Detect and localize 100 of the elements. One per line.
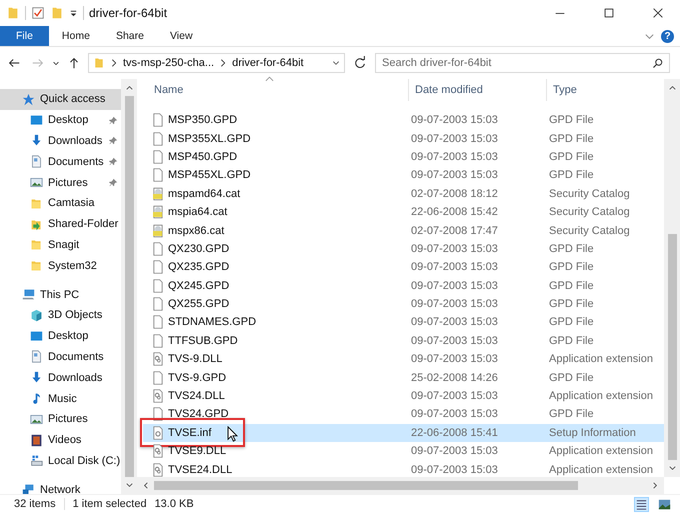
file-row[interactable]: QX255.GPD 09-07-2003 15:03 GPD File	[143, 294, 664, 314]
chevron-icon[interactable]	[219, 58, 228, 68]
date-cell-text: 09-07-2003 15:03	[410, 334, 499, 347]
sort-caret-icon	[265, 76, 274, 82]
nav-item[interactable]: Local Disk (C:)	[0, 450, 121, 472]
date-cell-text: 09-07-2003 15:03	[410, 464, 499, 476]
file-name: mspamd64.cat	[168, 188, 240, 200]
download-arrow-icon	[30, 371, 43, 384]
cube-icon	[30, 308, 43, 322]
properties-icon[interactable]	[31, 6, 45, 20]
file-list-scrollbar[interactable]	[664, 79, 680, 477]
file-row[interactable]: TVS-9.DLL 09-07-2003 15:03 Application extension	[143, 350, 664, 368]
file-name: TVS24.DLL	[168, 390, 225, 402]
file-row[interactable]: mspamd64.cat 02-07-2008 18:12 Security Catalog	[143, 184, 664, 203]
details-view-icon[interactable]	[634, 496, 649, 512]
star-icon	[22, 92, 35, 106]
ribbon-tab[interactable]: View	[156, 26, 206, 46]
file-row[interactable]: TTFSUB.GPD 09-07-2003 15:03 GPD File	[143, 332, 664, 350]
ribbon-tab[interactable]: File	[0, 26, 49, 46]
type-cell-text: GPD File	[548, 408, 595, 420]
scroll-up-icon[interactable]	[124, 83, 134, 92]
ribbon-tab[interactable]: Share	[102, 26, 157, 46]
nav-item[interactable]: Videos	[0, 430, 121, 451]
nav-item[interactable]: Music	[0, 388, 121, 409]
file-icon	[153, 334, 163, 348]
type-cell-text: Setup Information	[548, 426, 637, 439]
nav-item[interactable]: Downloads	[0, 367, 121, 388]
nav-item[interactable]: Pictures	[0, 172, 121, 193]
help-button[interactable]: ?	[661, 30, 674, 42]
chevron-icon[interactable]	[110, 58, 118, 68]
dropdown-icon[interactable]	[69, 8, 78, 18]
certificate-file-icon	[153, 205, 163, 220]
date-cell-text: 09-07-2003 15:03	[410, 316, 499, 328]
document-icon	[30, 350, 43, 364]
breadcrumb[interactable]: tvs-msp-250-cha...	[123, 57, 214, 69]
file-row[interactable]: QX230.GPD 09-07-2003 15:03 GPD File	[143, 240, 664, 258]
refresh-icon[interactable]	[353, 56, 367, 70]
file-icon	[153, 297, 163, 312]
file-row[interactable]: TVSE9.DLL 09-07-2003 15:03 Application extension	[143, 442, 664, 460]
file-row[interactable]: QX245.GPD 09-07-2003 15:03 GPD File	[143, 276, 664, 295]
nav-item[interactable]: Downloads	[0, 130, 121, 152]
scroll-down-icon[interactable]	[124, 481, 134, 490]
file-icon	[153, 370, 163, 385]
search-icon	[652, 57, 664, 69]
download-arrow-icon	[30, 134, 43, 148]
picture-icon	[30, 176, 43, 190]
certificate-file-icon	[153, 224, 163, 238]
column-header[interactable]: Date modified	[409, 79, 547, 101]
file-icon	[153, 168, 163, 182]
nav-item[interactable]: Desktop	[0, 326, 121, 347]
up-arrow-icon[interactable]	[67, 56, 81, 70]
file-row[interactable]: MSP350.GPD 09-07-2003 15:03 GPD File	[143, 111, 664, 130]
nav-item[interactable]: Snagit	[0, 234, 121, 256]
file-row[interactable]: TVSE24.DLL 09-07-2003 15:03 Application extension	[143, 460, 664, 477]
nav-item[interactable]: Pictures	[0, 408, 121, 430]
file-row[interactable]: QX235.GPD 09-07-2003 15:03 GPD File	[143, 258, 664, 277]
nav-item[interactable]: Documents	[0, 151, 121, 172]
nav-item[interactable]: Camtasia	[0, 192, 121, 214]
scroll-left-icon[interactable]	[141, 481, 150, 490]
file-row[interactable]: STDNAMES.GPD 09-07-2003 15:03 GPD File	[143, 313, 664, 332]
nav-item[interactable]: This PC	[0, 284, 121, 305]
file-row[interactable]: TVSE.inf 22-06-2008 15:41 Setup Information	[143, 424, 664, 442]
scroll-down-icon[interactable]	[668, 464, 676, 473]
file-row[interactable]: TVS24.DLL 09-07-2003 15:03 Application extension	[143, 386, 664, 406]
nav-item[interactable]: Network	[0, 479, 121, 494]
ribbon-tab[interactable]: Home	[48, 26, 103, 46]
file-row[interactable]: MSP355XL.GPD 09-07-2003 15:03 GPD File	[143, 129, 664, 148]
back-arrow-icon[interactable]	[7, 56, 21, 70]
file-name: MSP355XL.GPD	[168, 132, 251, 145]
type-cell-text: GPD File	[548, 114, 595, 126]
type-cell-text: GPD File	[548, 242, 595, 255]
nav-item[interactable]: 3D Objects	[0, 304, 121, 326]
scroll-right-icon[interactable]	[651, 481, 660, 490]
nav-item[interactable]: System32	[0, 255, 121, 276]
column-header[interactable]: Name	[137, 79, 409, 101]
file-row[interactable]: TVS-9.GPD 25-02-2008 14:26 GPD File	[143, 368, 664, 387]
file-row[interactable]: MSP450.GPD 09-07-2003 15:03 GPD File	[143, 148, 664, 166]
nav-item[interactable]: Documents	[0, 346, 121, 368]
type-cell-text: GPD File	[548, 334, 595, 347]
breadcrumb[interactable]: driver-for-64bit	[232, 57, 304, 69]
nav-item[interactable]: Shared-Folder	[0, 214, 121, 235]
horizontal-scrollbar[interactable]	[137, 477, 664, 494]
file-row[interactable]: mspx86.cat 02-07-2008 17:47 Security Catalog	[143, 221, 664, 240]
file-name: STDNAMES.GPD	[168, 316, 256, 328]
column-header[interactable]: Type	[547, 79, 664, 101]
sidebar-scrollbar[interactable]	[121, 79, 137, 494]
file-icon	[153, 278, 163, 293]
scroll-up-icon[interactable]	[668, 83, 676, 92]
date-cell-text: 09-07-2003 15:03	[410, 390, 499, 402]
search-field[interactable]: Search driver-for-64bit	[375, 53, 670, 73]
file-row[interactable]: MSP455XL.GPD 09-07-2003 15:03 GPD File	[143, 166, 664, 185]
document-icon	[30, 155, 43, 168]
file-name: mspx86.cat	[168, 224, 224, 237]
nav-item[interactable]: Quick access	[0, 89, 121, 110]
file-row[interactable]: mspia64.cat 22-06-2008 15:42 Security Catalog	[143, 202, 664, 222]
nav-item[interactable]: Desktop	[0, 110, 121, 131]
address-bar[interactable]: tvs-msp-250-cha... driver-for-64bit	[88, 53, 345, 73]
file-row[interactable]: TVS24.GPD 09-07-2003 15:03 GPD File	[143, 405, 664, 424]
date-cell-text: 09-07-2003 15:03	[410, 261, 499, 274]
file-name: MSP350.GPD	[168, 114, 238, 126]
